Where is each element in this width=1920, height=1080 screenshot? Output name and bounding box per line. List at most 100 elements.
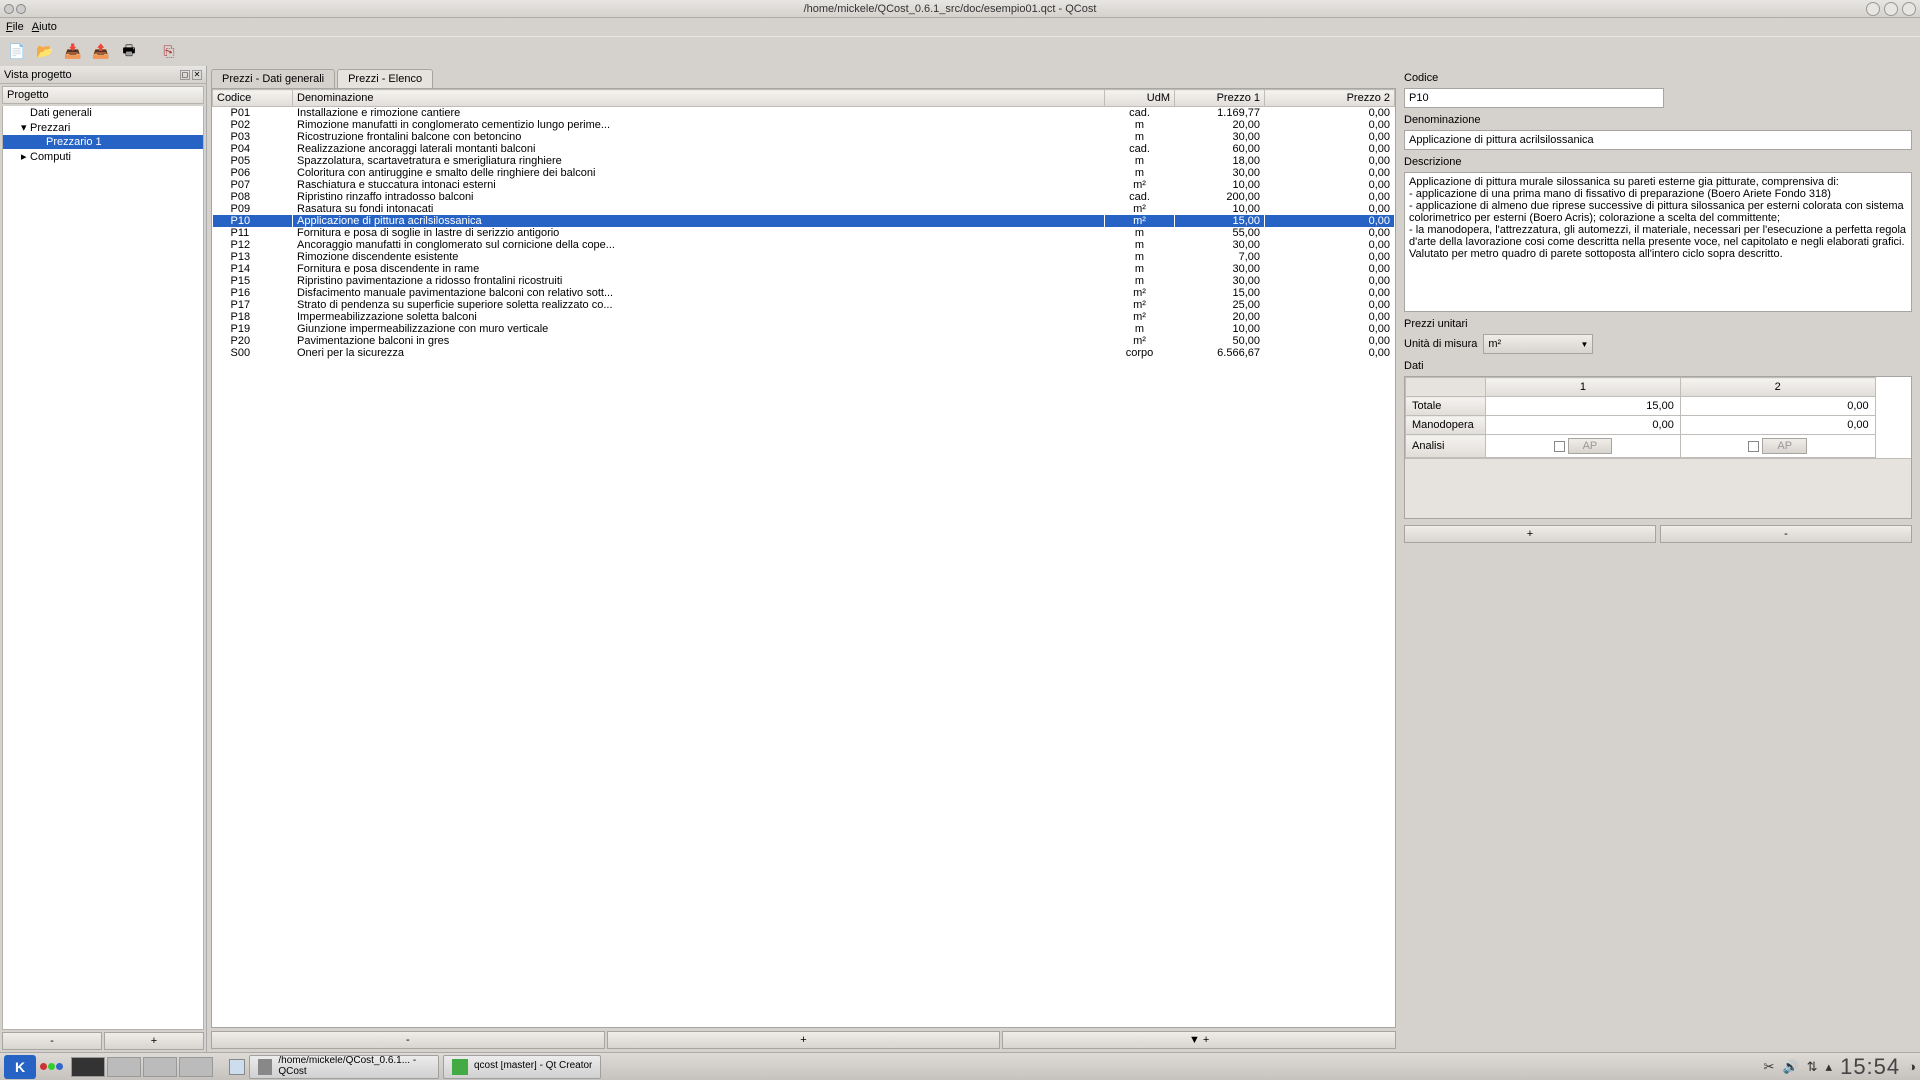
minimize-button[interactable] [1866, 2, 1880, 16]
data-col-1[interactable]: 1 [1486, 378, 1681, 397]
tree-header[interactable]: Progetto [2, 86, 204, 104]
price-table-wrap: Codice Denominazione UdM Prezzo 1 Prezzo… [211, 88, 1396, 1028]
col-p2[interactable]: Prezzo 2 [1265, 90, 1395, 107]
table-row[interactable]: P04Realizzazione ancoraggi laterali mont… [213, 143, 1395, 155]
row-totale: Totale [1406, 397, 1486, 416]
app-menu-icon[interactable] [4, 4, 14, 14]
print-icon[interactable]: 🖶 [118, 41, 140, 63]
show-desktop-icon[interactable] [229, 1059, 245, 1075]
col-name[interactable]: Denominazione [293, 90, 1105, 107]
label-denom: Denominazione [1404, 114, 1912, 126]
table-row[interactable]: P14Fornitura e posa discendente in ramem… [213, 263, 1395, 275]
table-row[interactable]: P18Impermeabilizzazione soletta balconim… [213, 311, 1395, 323]
table-row[interactable]: P11Fornitura e posa di soglie in lastre … [213, 227, 1395, 239]
notifications-icon[interactable]: ◑ [1908, 1059, 1916, 1074]
system-tray: ✂ 🔊 ⇅ ▴ 15:54 ◑ [1764, 1054, 1916, 1080]
data-col-2[interactable]: 2 [1680, 378, 1875, 397]
combo-udm-value: m² [1488, 338, 1501, 350]
col-code[interactable]: Codice [213, 90, 293, 107]
close-button[interactable] [1902, 2, 1916, 16]
close-panel-icon[interactable]: ✕ [192, 70, 202, 80]
data-table-wrap: 1 2 Totale 15,00 0,00 Manodopera 0,00 0,… [1404, 376, 1912, 519]
undock-icon[interactable]: ◻ [180, 70, 190, 80]
row-add-button[interactable]: + [607, 1031, 1001, 1049]
tree-remove-button[interactable]: - [2, 1032, 102, 1050]
open-file-icon[interactable]: 📂 [34, 41, 56, 63]
checkbox-icon[interactable] [1554, 441, 1565, 452]
pin-icon[interactable] [16, 4, 26, 14]
table-row[interactable]: P05Spazzolatura, scartavetratura e smeri… [213, 155, 1395, 167]
network-icon[interactable]: ⇅ [1807, 1059, 1818, 1075]
row-analisi: Analisi [1406, 435, 1486, 458]
task-qcost[interactable]: /home/mickele/QCost_0.6.1... - QCost [249, 1055, 439, 1079]
checkbox-icon[interactable] [1748, 441, 1759, 452]
manodopera-2[interactable]: 0,00 [1680, 416, 1875, 435]
table-row[interactable]: P15Ripristino pavimentazione a ridosso f… [213, 275, 1395, 287]
totale-1[interactable]: 15,00 [1486, 397, 1681, 416]
tree-add-button[interactable]: + [104, 1032, 204, 1050]
chevron-down-icon: ▼ [1580, 340, 1588, 349]
project-panel-title: Vista progetto ◻ ✕ [0, 66, 206, 84]
data-add-button[interactable]: + [1404, 525, 1656, 543]
save-as-icon[interactable]: 📤 [90, 41, 112, 63]
clock[interactable]: 15:54 [1840, 1054, 1900, 1080]
input-denom[interactable]: Applicazione di pittura acrilsilossanica [1404, 130, 1912, 150]
table-row[interactable]: P08Ripristino rinzaffo intradosso balcon… [213, 191, 1395, 203]
data-remove-button[interactable]: - [1660, 525, 1912, 543]
row-add-below-button[interactable]: ▼ + [1002, 1031, 1396, 1049]
input-codice[interactable]: P10 [1404, 88, 1664, 108]
manodopera-1[interactable]: 0,00 [1486, 416, 1681, 435]
table-row[interactable]: P02Rimozione manufatti in conglomerato c… [213, 119, 1395, 131]
table-row[interactable]: P06Coloritura con antiruggine e smalto d… [213, 167, 1395, 179]
table-row[interactable]: P17Strato di pendenza su superficie supe… [213, 299, 1395, 311]
table-row[interactable]: P20Pavimentazione balconi in gresm²50,00… [213, 335, 1395, 347]
new-file-icon[interactable]: 📄 [6, 41, 28, 63]
volume-icon[interactable]: 🔊 [1782, 1059, 1798, 1075]
tab-general[interactable]: Prezzi - Dati generali [211, 69, 335, 88]
price-table[interactable]: Codice Denominazione UdM Prezzo 1 Prezzo… [212, 89, 1395, 359]
table-row[interactable]: P01Installazione e rimozione cantierecad… [213, 107, 1395, 120]
titlebar: /home/mickele/QCost_0.6.1_src/doc/esempi… [0, 0, 1920, 18]
project-tree[interactable]: Dati generali▾PrezzariPrezzario 1▸Comput… [2, 106, 204, 1030]
combo-udm[interactable]: m² ▼ [1483, 334, 1593, 354]
ap-button-2[interactable]: AP [1762, 438, 1807, 454]
table-row[interactable]: P03Ricostruzione frontalini balcone con … [213, 131, 1395, 143]
maximize-button[interactable] [1884, 2, 1898, 16]
tab-list[interactable]: Prezzi - Elenco [337, 69, 433, 88]
menu-file[interactable]: File [6, 21, 24, 33]
ap-button-1[interactable]: AP [1568, 438, 1613, 454]
save-icon[interactable]: 📥 [62, 41, 84, 63]
project-panel: Vista progetto ◻ ✕ Progetto Dati general… [0, 66, 207, 1052]
menu-help[interactable]: Aiuto [32, 21, 57, 33]
kde-start-button[interactable]: K [4, 1055, 36, 1079]
table-row[interactable]: P09Rasatura su fondi intonacatim²10,000,… [213, 203, 1395, 215]
table-row[interactable]: P07Raschiatura e stuccatura intonaci est… [213, 179, 1395, 191]
app-icon [258, 1059, 272, 1075]
table-row[interactable]: P12Ancoraggio manufatti in conglomerato … [213, 239, 1395, 251]
analisi-2[interactable]: AP [1680, 435, 1875, 458]
data-table[interactable]: 1 2 Totale 15,00 0,00 Manodopera 0,00 0,… [1405, 377, 1911, 458]
table-row[interactable]: S00Oneri per la sicurezzacorpo6.566,670,… [213, 347, 1395, 359]
row-manodopera: Manodopera [1406, 416, 1486, 435]
tree-item[interactable]: Prezzario 1 [3, 135, 203, 149]
desktop-pager[interactable] [71, 1057, 213, 1077]
exit-icon[interactable]: ⎘ [158, 41, 180, 63]
window-title: /home/mickele/QCost_0.6.1_src/doc/esempi… [34, 3, 1866, 15]
tray-expand-icon[interactable]: ▴ [1826, 1059, 1833, 1075]
tree-item[interactable]: ▾Prezzari [3, 120, 203, 135]
activity-switcher[interactable] [40, 1063, 63, 1070]
tree-item[interactable]: ▸Computi [3, 149, 203, 164]
col-p1[interactable]: Prezzo 1 [1175, 90, 1265, 107]
textarea-descr[interactable]: Applicazione di pittura murale silossani… [1404, 172, 1912, 312]
task-qtcreator[interactable]: qcost [master] - Qt Creator [443, 1055, 601, 1079]
clipboard-icon[interactable]: ✂ [1764, 1059, 1775, 1075]
tree-item[interactable]: Dati generali [3, 106, 203, 120]
analisi-1[interactable]: AP [1486, 435, 1681, 458]
totale-2[interactable]: 0,00 [1680, 397, 1875, 416]
table-row[interactable]: P10Applicazione di pittura acrilsilossan… [213, 215, 1395, 227]
row-remove-button[interactable]: - [211, 1031, 605, 1049]
table-row[interactable]: P13Rimozione discendente esistentem7,000… [213, 251, 1395, 263]
table-row[interactable]: P16Disfacimento manuale pavimentazione b… [213, 287, 1395, 299]
col-udm[interactable]: UdM [1105, 90, 1175, 107]
table-row[interactable]: P19Giunzione impermeabilizzazione con mu… [213, 323, 1395, 335]
